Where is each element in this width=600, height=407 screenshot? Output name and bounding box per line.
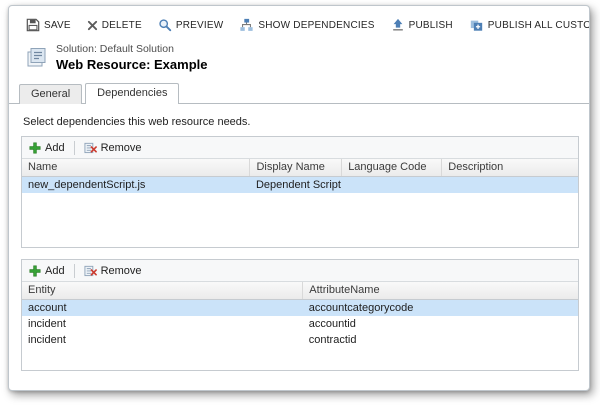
web-resource-table-header-row: Name Display Name Language Code Descript…: [22, 159, 578, 177]
save-icon: [26, 18, 40, 32]
show-dependencies-icon: [239, 18, 254, 32]
solution-label: Solution: Default Solution: [56, 43, 174, 55]
column-header-attribute-name: AttributeName: [302, 282, 578, 300]
toolbar-separator: [73, 140, 75, 155]
column-header-name: Name: [22, 159, 251, 177]
form-header: Solution: Default Solution Web Resource:…: [9, 40, 589, 74]
cell-name: new_dependentScript.js: [22, 176, 250, 193]
delete-icon: [87, 20, 98, 31]
tab-general[interactable]: General: [19, 84, 83, 104]
remove-button-label: Remove: [100, 264, 142, 277]
publish-all-customizations-button[interactable]: PUBLISH ALL CUSTOMIZ...: [468, 16, 590, 34]
remove-attribute-button[interactable]: Remove: [84, 264, 142, 277]
web-resource-grid-body: Name Display Name Language Code Descript…: [22, 159, 578, 247]
web-resource-window: SAVE DELETE PREVIEW SHOW DEPENDENCIES PU…: [8, 5, 590, 391]
remove-web-resource-button[interactable]: Remove: [84, 141, 142, 154]
add-button-label: Add: [45, 141, 65, 154]
cell-language-code: [341, 176, 442, 193]
attribute-dependency-grid: Add Remove Entity AttributeName account …: [21, 259, 579, 371]
attribute-table-header-row: Entity AttributeName: [22, 282, 578, 300]
delete-button-label: DELETE: [101, 19, 142, 31]
column-header-language-code: Language Code: [341, 159, 443, 177]
header-text: Solution: Default Solution Web Resource:…: [56, 43, 207, 72]
remove-icon: [84, 141, 97, 154]
add-attribute-button[interactable]: Add: [29, 265, 65, 277]
attribute-row[interactable]: account accountcategorycode: [22, 299, 578, 316]
instruction-text: Select dependencies this web resource ne…: [23, 116, 251, 128]
web-resource-grid-toolbar: Add Remove: [22, 137, 578, 159]
tab-dependencies[interactable]: Dependencies: [85, 83, 180, 104]
attribute-row[interactable]: incident accountid: [22, 316, 578, 332]
save-button-label: SAVE: [44, 19, 71, 31]
attribute-table: Entity AttributeName account accountcate…: [22, 282, 578, 348]
show-dependencies-button[interactable]: SHOW DEPENDENCIES: [238, 16, 375, 34]
add-button-label: Add: [45, 264, 65, 277]
add-icon: [29, 142, 41, 154]
web-resource-dependency-grid: Add Remove Name Display Name Language Co…: [21, 136, 579, 248]
dependencies-panel: Select dependencies this web resource ne…: [9, 104, 589, 371]
column-header-entity: Entity: [22, 282, 304, 300]
publish-all-customizations-icon: [469, 18, 484, 32]
attribute-grid-body: Entity AttributeName account accountcate…: [22, 282, 578, 370]
add-web-resource-button[interactable]: Add: [29, 142, 65, 154]
publish-all-customizations-button-label: PUBLISH ALL CUSTOMIZ...: [487, 19, 590, 31]
cell-attribute-name: accountcategorycode: [302, 299, 578, 316]
command-bar: SAVE DELETE PREVIEW SHOW DEPENDENCIES PU…: [9, 6, 589, 40]
cell-attribute-name: contractid: [308, 333, 357, 346]
preview-button[interactable]: PREVIEW: [157, 16, 225, 34]
web-resource-table: Name Display Name Language Code Descript…: [22, 159, 578, 193]
show-dependencies-button-label: SHOW DEPENDENCIES: [258, 19, 375, 31]
attribute-row[interactable]: incident contractid: [22, 332, 578, 348]
publish-icon: [391, 18, 405, 32]
publish-button[interactable]: PUBLISH: [390, 16, 454, 34]
delete-button[interactable]: DELETE: [86, 18, 143, 33]
web-resource-icon: [25, 46, 49, 69]
remove-button-label: Remove: [100, 141, 142, 154]
column-header-description: Description: [441, 159, 578, 177]
cell-entity: incident: [28, 317, 66, 330]
remove-icon: [84, 264, 97, 277]
cell-entity: account: [22, 299, 303, 316]
tab-bar: General Dependencies: [9, 74, 589, 104]
column-header-display-name: Display Name: [249, 159, 343, 177]
cell-display-name: Dependent Script: [249, 176, 342, 193]
attribute-grid-toolbar: Add Remove: [22, 260, 578, 282]
toolbar-separator: [73, 263, 75, 278]
save-button[interactable]: SAVE: [25, 16, 72, 34]
cell-description: [441, 176, 578, 193]
preview-button-label: PREVIEW: [175, 19, 224, 31]
add-icon: [29, 265, 41, 277]
preview-icon: [158, 18, 172, 32]
cell-attribute-name: accountid: [308, 317, 356, 330]
page-title: Web Resource: Example: [56, 57, 208, 72]
publish-button-label: PUBLISH: [408, 19, 453, 31]
web-resource-row[interactable]: new_dependentScript.js Dependent Script: [22, 176, 578, 193]
cell-entity: incident: [28, 333, 66, 346]
